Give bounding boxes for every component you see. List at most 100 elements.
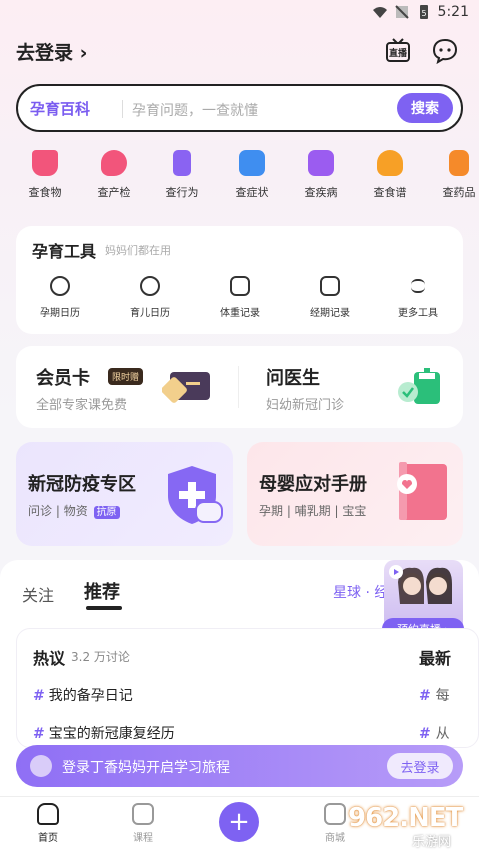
doctor-title: 问医生 <box>266 368 320 389</box>
medical-kit-icon <box>239 150 265 176</box>
member-card-icon <box>162 372 210 403</box>
live-tv-icon[interactable]: 直播 <box>383 36 413 66</box>
tool-period-record[interactable]: 经期记录 <box>290 276 370 319</box>
search-divider <box>122 100 123 118</box>
status-time: 5:21 <box>437 4 469 20</box>
quick-link-label: 查产检 <box>97 186 131 199</box>
folder-icon <box>308 150 334 176</box>
nav-courses[interactable]: 课程 <box>113 803 173 844</box>
battery-icon: 5 <box>419 5 428 19</box>
card-divider <box>238 366 239 408</box>
latest-title[interactable]: 最新 <box>419 645 451 669</box>
tool-pregnancy-calendar[interactable]: 孕期日历 <box>20 276 100 319</box>
play-book-icon <box>132 803 154 825</box>
latest-topic-text: 从 <box>435 726 450 742</box>
hot-topic-text: 宝宝的新冠康复经历 <box>48 726 175 742</box>
message-icon[interactable] <box>430 36 460 66</box>
tab-follow[interactable]: 关注 <box>22 582 54 606</box>
quick-link-medicine[interactable]: 查药品 <box>429 150 479 200</box>
hash-icon: # <box>33 726 45 742</box>
nav-label: 首页 <box>38 833 58 844</box>
hosts-image <box>389 565 452 604</box>
latest-topic-item[interactable]: # 每 <box>419 685 450 705</box>
shield-icon <box>168 466 223 524</box>
covid-zone-title: 新冠防疫专区 <box>28 474 136 495</box>
quick-links: 查食物 查产检 查行为 查症状 查疾病 查食谱 查药品 <box>0 150 479 210</box>
login-banner-text: 登录丁香妈妈开启学习旅程 <box>62 760 230 776</box>
quick-link-recipe[interactable]: 查食谱 <box>360 150 420 200</box>
hot-title: 热议 <box>33 649 66 668</box>
live-tv-glyph: 直播 <box>386 38 410 62</box>
heart-calendar-icon <box>50 276 70 296</box>
baby-manual-card[interactable]: 母婴应对手册 孕期 | 哺乳期 | 宝宝 <box>247 442 463 546</box>
tool-weight-record[interactable]: 体重记录 <box>200 276 280 319</box>
tool-label: 经期记录 <box>310 308 350 319</box>
covid-zone-card[interactable]: 新冠防疫专区 问诊 | 物资 抗原 <box>16 442 233 546</box>
member-title: 会员卡 <box>36 368 90 389</box>
watermark-logo: 962.NET 乐游网 <box>340 803 476 850</box>
watermark-small: 乐游网 <box>412 835 452 850</box>
covid-zone-subtitle: 问诊 | 物资 抗原 <box>28 502 120 519</box>
tool-label: 更多工具 <box>398 308 438 319</box>
latest-topic-item[interactable]: # 从 <box>419 723 450 743</box>
no-signal-icon <box>394 5 409 19</box>
search-brand: 孕育百科 <box>30 100 91 118</box>
doctor-subtitle: 妇幼新冠门诊 <box>266 398 345 413</box>
watermark-big: 962.NET <box>348 803 463 833</box>
chat-bubble-glyph <box>432 38 458 65</box>
search-input[interactable]: 孕育问题，一查就懂 <box>132 100 258 120</box>
login-link[interactable]: 去登录 › <box>16 38 87 65</box>
wifi-icon <box>372 7 387 18</box>
baby-face-icon <box>140 276 160 296</box>
tool-parenting-calendar[interactable]: 育儿日历 <box>110 276 190 319</box>
quick-link-behavior[interactable]: 查行为 <box>152 150 212 200</box>
doctor-icon <box>398 368 440 404</box>
tool-label: 育儿日历 <box>130 308 170 319</box>
quick-link-food[interactable]: 查食物 <box>15 150 75 200</box>
hash-icon: # <box>33 688 45 704</box>
tab-planet[interactable]: 星球 · 经 <box>333 582 388 602</box>
tab-active-indicator <box>86 606 122 610</box>
banner-login-button[interactable]: 去登录 <box>387 753 453 779</box>
add-post-button[interactable]: + <box>219 802 259 842</box>
hot-count: 3.2 万讨论 <box>71 650 130 664</box>
home-icon <box>37 803 59 825</box>
tools-subtitle: 妈妈们都在用 <box>105 244 171 257</box>
baby-manual-subtitle: 孕期 | 哺乳期 | 宝宝 <box>259 504 367 518</box>
quick-link-disease[interactable]: 查疾病 <box>291 150 351 200</box>
login-banner[interactable]: 登录丁香妈妈开启学习旅程 去登录 <box>16 745 463 787</box>
limited-badge: 限时赠 <box>108 368 144 385</box>
search-box[interactable]: 孕育百科 孕育问题，一查就懂 搜索 <box>16 84 463 132</box>
quick-link-label: 查疾病 <box>304 186 338 199</box>
tool-label: 孕期日历 <box>40 308 80 319</box>
quick-link-checkup[interactable]: 查产检 <box>84 150 144 200</box>
covid-sub-sep: | <box>55 504 60 518</box>
member-subtitle: 全部专家课免费 <box>36 398 128 413</box>
top-bar: 去登录 › 直播 <box>0 32 479 72</box>
tab-recommend[interactable]: 推荐 <box>84 578 120 604</box>
quick-link-label: 查药品 <box>442 186 476 199</box>
covid-sub-consult: 问诊 <box>28 504 53 518</box>
book-icon <box>397 462 447 520</box>
hot-topic-item[interactable]: # 宝宝的新冠康复经历 <box>33 723 175 743</box>
menu-lines-icon <box>411 279 425 293</box>
quick-link-symptom[interactable]: 查症状 <box>222 150 282 200</box>
user-avatar-icon <box>30 755 52 777</box>
pill-bottle-icon <box>449 150 469 176</box>
quick-link-label: 查食谱 <box>373 186 407 199</box>
hot-topic-item[interactable]: # 我的备孕日记 <box>33 685 133 705</box>
nav-home[interactable]: 首页 <box>18 803 78 844</box>
svg-text:5: 5 <box>421 9 426 18</box>
quick-link-label: 查症状 <box>235 186 269 199</box>
tool-more[interactable]: 更多工具 <box>378 276 458 319</box>
bowl-icon <box>377 150 403 176</box>
antigen-tag: 抗原 <box>93 506 120 519</box>
search-button[interactable]: 搜索 <box>397 93 453 123</box>
hot-topics-card: 热议 3.2 万讨论 最新 # 我的备孕日记 # 宝宝的新冠康复经历 # 每 # 从 <box>16 628 479 748</box>
heart-drop-icon <box>101 150 127 176</box>
cup-icon <box>32 150 58 176</box>
tools-card: 孕育工具 妈妈们都在用 孕期日历 育儿日历 体重记录 经期记录 更多工具 <box>16 226 463 334</box>
live-icon-label: 直播 <box>389 47 408 59</box>
period-calendar-icon <box>320 276 340 296</box>
quick-link-label: 查行为 <box>165 186 199 199</box>
